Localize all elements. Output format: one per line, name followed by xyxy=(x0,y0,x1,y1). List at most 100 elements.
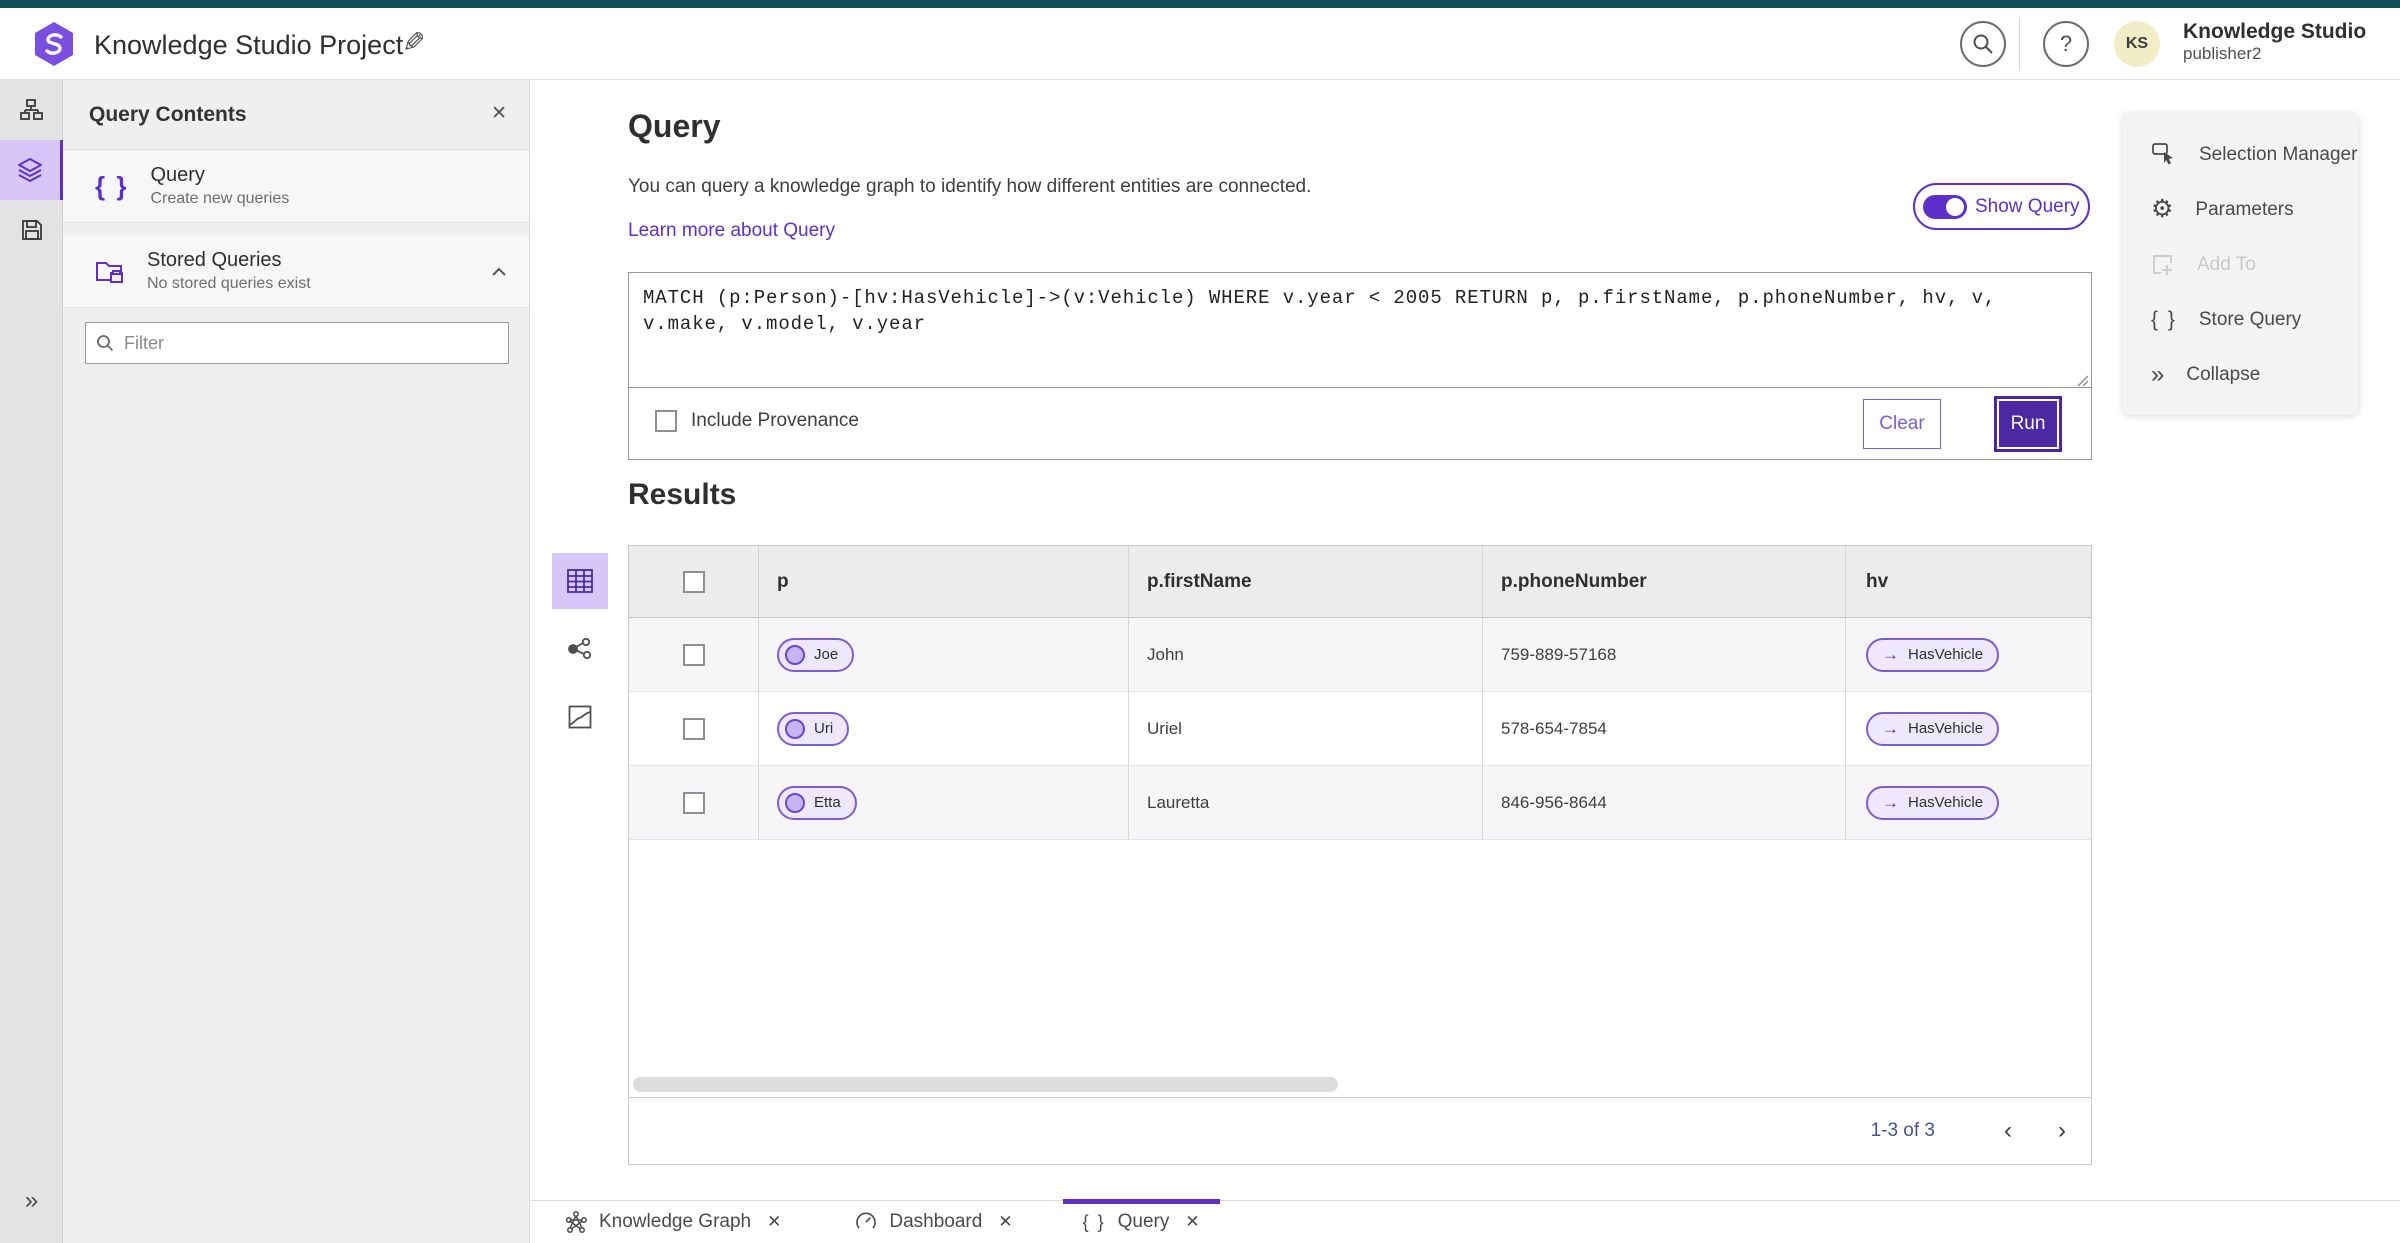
selection-manager-item[interactable]: Selection Manager xyxy=(2123,127,2359,182)
column-header-firstname[interactable]: p.firstName xyxy=(1147,571,1252,593)
row-checkbox[interactable] xyxy=(682,643,705,666)
parameters-item[interactable]: ⚙ Parameters xyxy=(2123,182,2359,237)
user-name: publisher2 xyxy=(2183,44,2262,64)
stored-queries-folder-icon xyxy=(95,257,125,285)
run-button[interactable]: Run xyxy=(1997,399,2059,449)
add-to-item: Add To xyxy=(2123,237,2359,292)
relationship-chip-label: HasVehicle xyxy=(1908,646,1984,663)
chevron-up-icon[interactable] xyxy=(491,267,507,277)
dashboard-gauge-icon xyxy=(855,1211,877,1233)
pagination-prev-button[interactable]: ‹ xyxy=(1985,1108,2031,1154)
panel-item-stored-queries[interactable]: Stored Queries No stored queries exist xyxy=(63,235,529,308)
parameters-label: Parameters xyxy=(2195,198,2294,220)
relationship-arrow-icon: → xyxy=(1882,718,1899,738)
horizontal-scrollbar[interactable] xyxy=(633,1077,1338,1092)
column-header-p[interactable]: p xyxy=(777,571,789,593)
query-text-input[interactable]: MATCH (p:Person)-[hv:HasVehicle]->(v:Veh… xyxy=(629,273,2091,388)
panel-item-stored-description: No stored queries exist xyxy=(147,275,311,292)
add-to-label: Add To xyxy=(2197,253,2256,275)
entity-chip-label: Joe xyxy=(814,646,839,663)
relationship-arrow-icon: → xyxy=(1882,792,1899,812)
store-query-item[interactable]: { } Store Query xyxy=(2123,292,2359,347)
layers-icon xyxy=(17,157,43,183)
tab-label: Dashboard xyxy=(889,1211,983,1232)
entity-chip[interactable]: Etta xyxy=(777,785,857,820)
app-logo-icon[interactable] xyxy=(30,20,78,68)
avatar-initials: KS xyxy=(2125,35,2149,52)
rail-item-data-model[interactable] xyxy=(0,80,63,140)
collapse-icon: » xyxy=(2151,360,2165,388)
table-header-row: p p.firstName p.phoneNumber hv xyxy=(629,546,2091,618)
show-query-label: Show Query xyxy=(1975,195,2080,217)
show-query-toggle[interactable]: Show Query xyxy=(1913,183,2090,230)
relationship-chip[interactable]: → HasVehicle xyxy=(1866,785,2000,820)
entity-node-icon xyxy=(785,718,805,739)
select-all-checkbox[interactable] xyxy=(682,570,705,593)
cell-phonenumber: 759-889-57168 xyxy=(1501,644,1617,664)
filter-input[interactable] xyxy=(124,332,498,354)
query-description: You can query a knowledge graph to ident… xyxy=(628,176,1312,197)
close-tab-icon[interactable]: ✕ xyxy=(767,1212,781,1232)
query-actions-menu: Selection Manager ⚙ Parameters Add To { … xyxy=(2123,113,2359,415)
tab-query[interactable]: { } Query ✕ xyxy=(1057,1199,1226,1243)
header-divider xyxy=(2019,18,2020,70)
tab-label: Knowledge Graph xyxy=(599,1211,752,1232)
edit-title-icon[interactable]: ✎ xyxy=(402,26,425,59)
query-footer: Include Provenance Clear Run xyxy=(629,388,2091,459)
braces-icon: { } xyxy=(1082,1211,1106,1232)
query-contents-panel: Query Contents ✕ { } Query Create new qu… xyxy=(63,80,530,1243)
filter-field xyxy=(85,322,509,364)
relationship-chip[interactable]: → HasVehicle xyxy=(1866,711,2000,746)
braces-icon: { } xyxy=(2151,307,2177,331)
filter-search-icon xyxy=(96,334,114,352)
panel-item-query-label: Query xyxy=(150,164,205,186)
panel-item-query[interactable]: { } Query Create new queries xyxy=(63,150,529,223)
relationship-arrow-icon: → xyxy=(1882,644,1899,664)
column-header-hv[interactable]: hv xyxy=(1866,571,1888,593)
query-page-title: Query xyxy=(628,108,721,144)
avatar[interactable]: KS xyxy=(2114,21,2160,67)
clear-button[interactable]: Clear xyxy=(1863,399,1941,449)
entity-chip[interactable]: Joe xyxy=(777,637,855,672)
rail-item-save[interactable] xyxy=(0,200,63,260)
row-checkbox[interactable] xyxy=(682,791,705,814)
tab-knowledge-graph[interactable]: Knowledge Graph ✕ xyxy=(539,1201,807,1243)
rail-item-contents[interactable] xyxy=(0,140,63,200)
toggle-track xyxy=(1923,194,1967,219)
user-block[interactable]: Knowledge Studio publisher2 xyxy=(2183,20,2366,64)
entity-node-icon xyxy=(785,644,805,665)
results-title: Results xyxy=(628,478,737,511)
main-content: Query You can query a knowledge graph to… xyxy=(531,80,2400,1243)
include-provenance-label: Include Provenance xyxy=(691,410,859,431)
close-panel-icon[interactable]: ✕ xyxy=(491,102,507,125)
braces-icon: { } xyxy=(95,170,129,201)
search-button[interactable] xyxy=(1960,21,2006,67)
left-icon-rail: » xyxy=(0,80,63,1243)
expand-rail-button[interactable]: » xyxy=(0,1187,63,1215)
tab-dashboard[interactable]: Dashboard ✕ xyxy=(829,1201,1038,1243)
help-button[interactable]: ? xyxy=(2043,21,2089,67)
view-graph-button[interactable] xyxy=(552,621,608,677)
close-tab-icon[interactable]: ✕ xyxy=(998,1212,1012,1232)
view-table-button[interactable] xyxy=(552,553,608,609)
cell-firstname: Uriel xyxy=(1147,718,1182,738)
panel-item-stored-label: Stored Queries xyxy=(147,249,282,271)
cell-phonenumber: 846-956-8644 xyxy=(1501,792,1607,812)
close-tab-icon[interactable]: ✕ xyxy=(1185,1212,1199,1232)
relationship-chip[interactable]: → HasVehicle xyxy=(1866,637,2000,672)
pagination-next-button[interactable]: › xyxy=(2039,1108,2085,1154)
knowledge-graph-icon xyxy=(565,1211,587,1233)
collapse-item[interactable]: » Collapse xyxy=(2123,347,2359,402)
bottom-tab-strip: Knowledge Graph ✕ Dashboard ✕ { } Query … xyxy=(531,1199,2400,1243)
add-to-icon xyxy=(2151,253,2175,277)
row-checkbox[interactable] xyxy=(682,717,705,740)
include-provenance-checkbox[interactable] xyxy=(655,410,677,432)
cell-phonenumber: 578-654-7854 xyxy=(1501,718,1607,738)
view-map-button[interactable] xyxy=(552,689,608,745)
learn-more-link[interactable]: Learn more about Query xyxy=(628,220,835,242)
column-header-phonenumber[interactable]: p.phoneNumber xyxy=(1501,571,1647,593)
pagination-range: 1-3 of 3 xyxy=(1870,1120,1935,1141)
table-row: Etta Lauretta 846-956-8644 → HasVehicle xyxy=(629,766,2091,840)
results-table: p p.firstName p.phoneNumber hv Joe John … xyxy=(628,545,2092,1165)
entity-chip[interactable]: Uri xyxy=(777,711,850,746)
